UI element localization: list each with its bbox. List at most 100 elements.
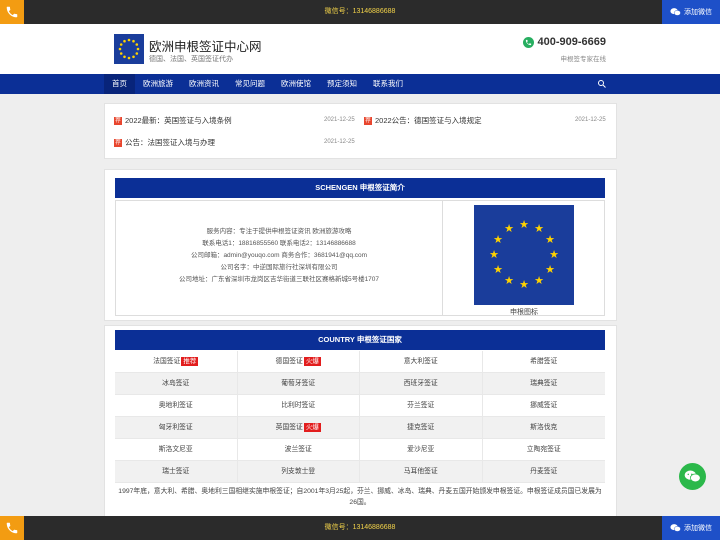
svg-text:★: ★	[519, 278, 529, 291]
nav-item-embassy[interactable]: 欧洲使馆	[273, 74, 319, 94]
country-grid: 法国签证 推荐 德国签证 火爆 意大利签证 希腊签证 冰岛签证 葡萄牙签证 西班牙签证 瑞典签证奥…	[115, 351, 605, 483]
country-link[interactable]: 丹麦签证	[483, 461, 606, 482]
country-name: 意大利签证	[403, 358, 438, 365]
svg-text:★: ★	[504, 222, 514, 235]
country-link[interactable]: 瑞士签证	[115, 461, 238, 482]
nav-item-news[interactable]: 欧洲资讯	[181, 74, 227, 94]
news-item[interactable]: 荐 公告：法国签证入境与办理	[114, 137, 215, 148]
svg-text:★: ★	[504, 274, 514, 287]
phone-icon	[523, 36, 535, 48]
add-wechat-button[interactable]: 添加微信	[662, 0, 720, 24]
country-link[interactable]: 斯洛文尼亚	[115, 439, 238, 460]
country-link[interactable]: 奥地利签证	[115, 395, 238, 416]
country-link[interactable]: 比利时签证	[238, 395, 360, 416]
intro-heading: SCHENGEN 申根签证简介	[115, 178, 605, 198]
add-wechat-button[interactable]: 添加微信	[662, 516, 720, 540]
country-name: 丹麦签证	[530, 468, 558, 475]
nav-item-home[interactable]: 首页	[104, 74, 135, 94]
country-name: 冰岛签证	[162, 380, 190, 387]
svg-text:★: ★	[545, 263, 555, 276]
nav-item-contact[interactable]: 联系我们	[365, 74, 411, 94]
country-link[interactable]: 意大利签证	[360, 351, 483, 372]
site-header: 欧洲申根签证中心网 德国、法国、英国签证代办 400-909-6669 申根签专…	[0, 24, 720, 74]
news-title[interactable]: 2022最新：英国签证与入境条例	[125, 115, 232, 126]
hotline: 400-909-6669	[523, 36, 606, 48]
news-title[interactable]: 公告：法国签证入境与办理	[125, 137, 215, 148]
country-name: 德国签证	[275, 358, 303, 365]
country-name: 比利时签证	[281, 402, 316, 409]
country-heading: COUNTRY 申根签证国家	[115, 330, 605, 350]
country-link[interactable]: 英国签证 火爆	[238, 417, 360, 438]
hotline-number: 400-909-6669	[537, 36, 606, 48]
eu-flag-logo[interactable]	[114, 34, 144, 64]
country-name: 芬兰签证	[407, 402, 435, 409]
country-link[interactable]: 芬兰签证	[360, 395, 483, 416]
news-item[interactable]: 荐 2022最新：英国签证与入境条例	[114, 115, 232, 126]
add-wechat-label: 添加微信	[684, 525, 712, 532]
nav-item-booking[interactable]: 预定须知	[319, 74, 365, 94]
wechat-icon	[684, 470, 701, 483]
svg-text:★: ★	[534, 222, 544, 235]
nav-item-faq[interactable]: 常见问题	[227, 74, 273, 94]
svg-text:★: ★	[493, 263, 503, 276]
news-title[interactable]: 2022公告：德国签证与入境规定	[375, 115, 482, 126]
company-info: 服务内容：专注于提供申根签证资讯 欧洲旅游攻略 联系电话1：1881685556…	[116, 201, 443, 315]
country-link[interactable]: 波兰签证	[238, 439, 360, 460]
svg-text:★: ★	[493, 233, 503, 246]
country-link[interactable]: 瑞典签证	[483, 373, 606, 394]
intro-box: 服务内容：专注于提供申根签证资讯 欧洲旅游攻略 联系电话1：1881685556…	[115, 200, 605, 316]
country-name: 斯洛伐克	[530, 424, 558, 431]
country-link[interactable]: 德国签证 火爆	[238, 351, 360, 372]
recommend-tag: 荐	[114, 116, 122, 125]
wechat-icon	[670, 8, 681, 16]
top-bar: 微信号：13146886688 添加微信	[0, 0, 720, 24]
news-date: 2021-12-25	[324, 139, 355, 145]
country-link[interactable]: 列支敦士登	[238, 461, 360, 482]
country-name: 斯洛文尼亚	[158, 446, 193, 453]
country-link[interactable]: 挪威签证	[483, 395, 606, 416]
info-line: 公司名字：中逆国际旅行社深圳有限公司	[220, 264, 338, 271]
country-name: 波兰签证	[284, 446, 312, 453]
country-panel: COUNTRY 申根签证国家 法国签证 推荐 德国签证 火爆 意大利签证 希腊签证 冰岛签证…	[104, 325, 617, 517]
country-name: 爱沙尼亚	[407, 446, 435, 453]
country-link[interactable]: 立陶宛签证	[483, 439, 606, 460]
country-name: 捷克签证	[407, 424, 435, 431]
country-row: 奥地利签证 比利时签证 芬兰签证 挪威签证	[115, 395, 605, 417]
site-subtitle: 德国、法国、英国签证代办	[149, 56, 233, 63]
country-link[interactable]: 西班牙签证	[360, 373, 483, 394]
country-name: 希腊签证	[530, 358, 558, 365]
schengen-history-note: 1997年底，意大利、希腊、奥地利三国相继实施申根签证；自2001年3月25起，…	[118, 488, 602, 506]
country-link[interactable]: 爱沙尼亚	[360, 439, 483, 460]
country-link[interactable]: 捷克签证	[360, 417, 483, 438]
floating-wechat-button[interactable]	[679, 463, 706, 490]
country-link[interactable]: 冰岛签证	[115, 373, 238, 394]
country-link[interactable]: 法国签证 推荐	[115, 351, 238, 372]
svg-text:★: ★	[549, 248, 559, 261]
country-row: 瑞士签证 列支敦士登 马耳他签证 丹麦签证	[115, 461, 605, 483]
country-link[interactable]: 马耳他签证	[360, 461, 483, 482]
nav-item-travel[interactable]: 欧洲旅游	[135, 74, 181, 94]
news-item[interactable]: 荐 2022公告：德国签证与入境规定	[364, 115, 482, 126]
country-link[interactable]: 匈牙利签证	[115, 417, 238, 438]
country-link[interactable]: 斯洛伐克	[483, 417, 606, 438]
country-name: 匈牙利签证	[158, 424, 193, 431]
country-link[interactable]: 葡萄牙签证	[238, 373, 360, 394]
recommend-tag: 荐	[114, 138, 122, 147]
country-name: 立陶宛签证	[526, 446, 561, 453]
header-slogan: 申根签专家在线	[560, 56, 607, 63]
country-row: 斯洛文尼亚 波兰签证 爱沙尼亚 立陶宛签证	[115, 439, 605, 461]
bottom-bar: 微信号：13146886688 添加微信	[0, 516, 720, 540]
country-link[interactable]: 希腊签证	[483, 351, 606, 372]
hot-badge: 推荐	[181, 357, 199, 366]
info-line: 联系电话1：18816855560 联系电话2：13146886688	[202, 240, 356, 247]
wechat-icon	[670, 524, 681, 532]
country-name: 法国签证	[153, 358, 181, 365]
country-name: 挪威签证	[530, 402, 558, 409]
site-title[interactable]: 欧洲申根签证中心网	[149, 36, 262, 55]
country-row: 匈牙利签证 英国签证 火爆 捷克签证 斯洛伐克	[115, 417, 605, 439]
search-icon[interactable]	[597, 79, 607, 89]
country-name: 英国签证	[275, 424, 303, 431]
info-line: 公司邮箱：admin@youqo.com 商务合作：3681941@qq.com	[190, 252, 368, 259]
country-name: 列支敦士登	[281, 468, 316, 475]
svg-text:★: ★	[519, 218, 529, 231]
